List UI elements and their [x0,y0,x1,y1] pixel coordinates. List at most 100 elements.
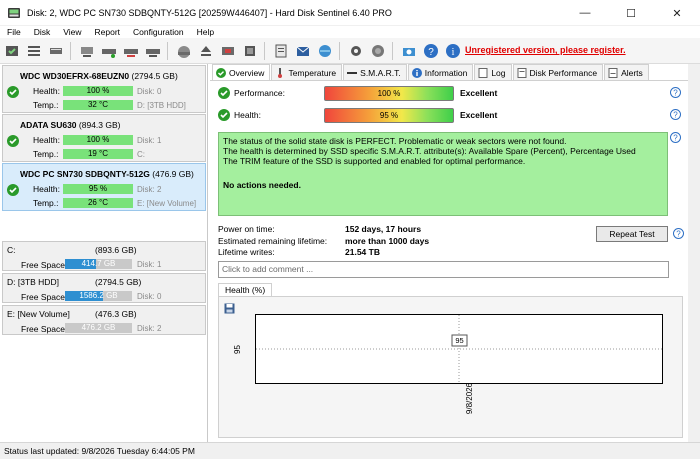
thermometer-icon [275,67,285,78]
gear-icon[interactable] [347,42,365,60]
comment-field[interactable]: Click to add comment ... [218,261,669,278]
svg-text:?: ? [676,230,681,239]
health-label: Health: [234,110,261,120]
temp-label: Temp.: [33,198,59,208]
menu-configuration[interactable]: Configuration [133,27,184,37]
help-icon[interactable]: ? [670,87,681,98]
svg-text:i: i [452,47,455,58]
maximize-button[interactable]: ☐ [608,0,654,26]
health-bar: 95 % [63,184,133,194]
menu-view[interactable]: View [63,27,81,37]
eject-icon[interactable] [197,42,215,60]
volume-entry[interactable]: C: (893.6 GB) Free Space 414.7 GB Disk: … [2,241,206,271]
cpu-icon[interactable] [241,42,259,60]
network-icon[interactable] [316,42,334,60]
temp-label: Temp.: [33,100,59,110]
toolbar: ? i Unregistered version, please registe… [0,38,700,64]
disk-tag: Disk: 0 [137,87,162,96]
save-icon[interactable] [224,303,235,314]
temp-label: Temp.: [33,149,59,159]
svg-text:?: ? [673,111,678,120]
tab-temperature[interactable]: Temperature [271,64,343,80]
scrollbar[interactable] [688,64,700,442]
check-icon [218,87,230,99]
status-line: The status of the solid state disk is PE… [223,136,567,146]
register-link[interactable]: Unregistered version, please register. [465,45,626,55]
menu-file[interactable]: File [7,27,21,37]
check-icon [7,184,19,196]
free-space-bar: 476.2 GB [65,323,132,333]
status-line: The TRIM feature of the SSD is supported… [223,156,526,166]
volume-disk: Disk: 2 [137,324,162,333]
check-icon [216,67,226,78]
x-tick-label: 9/8/2026 [465,382,475,415]
drive-surface-icon[interactable] [122,42,140,60]
tab-strip: Overview Temperature S.M.A.R.T. Informat… [212,64,650,80]
camera-icon[interactable] [400,42,418,60]
health-bar: 95 % [324,108,454,123]
free-space-label: Free Space [21,324,65,334]
disk-entry-selected[interactable]: WDC PC SN730 SDBQNTY-512G (476.9 GB) Hea… [2,163,206,211]
disk-info-icon[interactable] [47,42,65,60]
disk-tag: Disk: 2 [137,185,162,194]
volume-capacity: (476.3 GB) [95,309,137,319]
check-icon [7,86,19,98]
drive-settings-icon[interactable] [144,42,162,60]
disk-entry[interactable]: ADATA SU630 (894.3 GB) Health: 100 % Dis… [2,114,206,162]
disk-panel: WDC WD30EFRX-68EUZN0 (2794.5 GB) Health:… [0,64,208,442]
disk-list-icon[interactable] [25,42,43,60]
tab-alerts[interactable]: Alerts [604,64,649,80]
temp-bar: 32 °C [63,100,133,110]
help-icon[interactable]: ? [670,109,681,120]
help-icon[interactable]: ? [673,228,684,239]
menu-report[interactable]: Report [95,27,121,37]
y-tick-label: 95 [232,345,242,354]
volume-capacity: (893.6 GB) [95,245,137,255]
disk-name: ADATA SU630 (894.3 GB) [20,120,121,130]
repeat-test-button[interactable]: Repeat Test [596,226,668,242]
temp-bar: 26 °C [63,198,133,208]
volume-name: C: [7,245,16,255]
health-bar: 100 % [63,86,133,96]
status-line: The health is determined by SSD specific… [223,146,636,156]
writes-value: 21.54 TB [345,247,380,257]
performance-label: Performance: [234,88,286,98]
tab-log[interactable]: Log [474,64,512,80]
stop-icon[interactable] [219,42,237,60]
menu-help[interactable]: Help [197,27,214,37]
tab-smart[interactable]: S.M.A.R.T. [343,64,407,80]
menu-bar: File Disk View Report Configuration Help [0,26,700,38]
tab-disk-performance[interactable]: Disk Performance [512,64,604,80]
speaker-icon[interactable] [369,42,387,60]
volume-entry[interactable]: D: [3TB HDD] (2794.5 GB) Free Space 1586… [2,273,206,303]
minimize-button[interactable]: — [562,0,608,26]
report-icon[interactable] [272,42,290,60]
performance-result: Excellent [460,88,498,98]
helmet-icon[interactable] [175,42,193,60]
tab-health-chart[interactable]: Health (%) [218,283,273,297]
menu-disk[interactable]: Disk [34,27,51,37]
health-label: Health: [33,86,60,96]
writes-row: Lifetime writes: 21.54 TB [218,247,380,257]
status-bar: Status last updated: 9/8/2026 Tuesday 6:… [0,442,700,459]
email-icon[interactable] [294,42,312,60]
svg-text:?: ? [673,89,678,98]
refresh-icon[interactable] [3,42,21,60]
smart-icon [347,68,358,78]
drive-test-icon[interactable] [100,42,118,60]
close-button[interactable]: ✕ [654,0,700,26]
health-bar: 100 % [63,135,133,145]
tab-information[interactable]: Information [407,64,474,80]
disk-tag: Disk: 1 [137,136,162,145]
volume-entry[interactable]: E: [New Volume] (476.3 GB) Free Space 47… [2,305,206,335]
info-icon[interactable]: i [444,42,462,60]
drive-icon[interactable] [78,42,96,60]
help-icon[interactable]: ? [670,132,681,143]
volume-disk: Disk: 0 [137,292,162,301]
action-text: No actions needed. [223,180,301,190]
disk-name: WDC WD30EFRX-68EUZN0 (2794.5 GB) [20,71,178,81]
disk-entry[interactable]: WDC WD30EFRX-68EUZN0 (2794.5 GB) Health:… [2,65,206,113]
tab-overview[interactable]: Overview [212,64,271,80]
remaining-value: more than 1000 days [345,236,430,246]
help-icon[interactable]: ? [422,42,440,60]
